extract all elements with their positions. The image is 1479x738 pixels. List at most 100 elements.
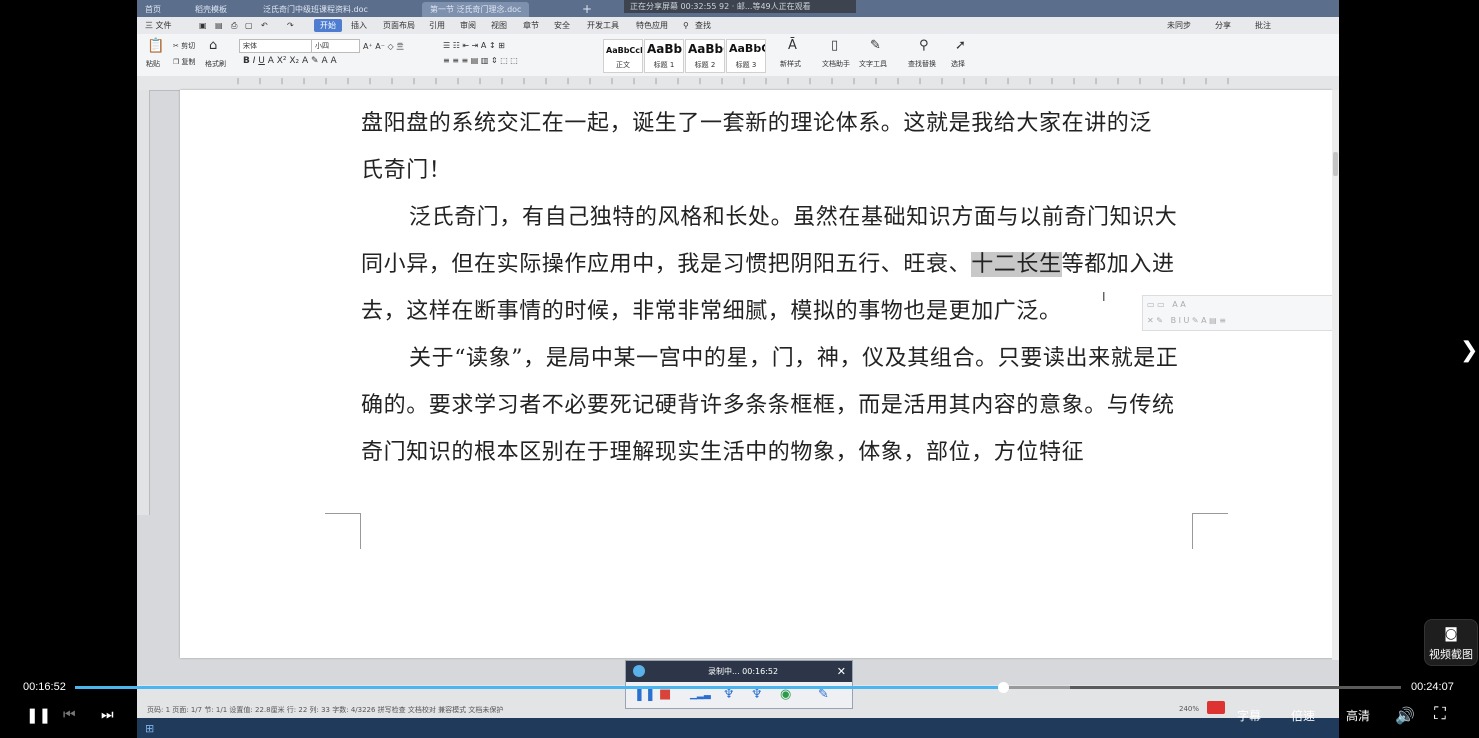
menu-search[interactable]: 查找 (695, 19, 711, 32)
new-tab-icon[interactable]: + (582, 2, 592, 17)
recorder-pen-icon[interactable]: ✎ (818, 688, 829, 702)
doc-tab-lesson-one[interactable]: 第一节 泛氏奇门理念.doc (422, 2, 530, 17)
ruler-tick: | (1007, 78, 1010, 85)
style-normal[interactable]: AaBbCcDd 正文 (603, 39, 643, 73)
screen-recorder-widget[interactable]: 录制中... 00:16:52 ✕ ❚❚ ■ ▁▂▃ ♆ ♆ ◉ ✎ (625, 660, 853, 709)
document-page[interactable]: 盘阳盘的系统交汇在一起，诞生了一套新的理论体系。这就是我给大家在讲的泛 氏奇门！… (180, 90, 1339, 658)
next-icon[interactable]: ⏭ (101, 706, 114, 723)
recorder-camera-icon[interactable]: ◉ (780, 688, 791, 702)
windows-start-icon[interactable]: ⊞ (145, 722, 154, 735)
undo-icon[interactable]: ↶ (261, 19, 268, 32)
preview-icon[interactable]: ▢ (245, 19, 253, 32)
ruler-tick: | (391, 78, 394, 85)
sync-status[interactable]: 未同步 (1167, 19, 1191, 32)
menu-references[interactable]: 引用 (429, 19, 445, 32)
menu-security[interactable]: 安全 (554, 19, 570, 32)
style-heading-2[interactable]: AaBbC 标题 2 (685, 39, 725, 73)
menu-page-layout[interactable]: 页面布局 (383, 19, 415, 32)
menu-sections[interactable]: 章节 (523, 19, 539, 32)
recorder-audio-icon[interactable]: ▁▂▃ (690, 688, 711, 702)
doc-assistant-icon[interactable]: ▯ (831, 38, 838, 53)
save-icon[interactable]: ▣ (199, 19, 207, 32)
ruler-tick: | (1029, 78, 1032, 85)
paragraph-1[interactable]: 盘阳盘的系统交汇在一起，诞生了一套新的理论体系。这就是我给大家在讲的泛 氏奇门！ (361, 100, 1196, 194)
ruler-tick: | (479, 78, 482, 85)
video-frame[interactable]: 首页 稻壳模板 泛氏奇门中级班课程资料.doc 第一节 泛氏奇门理念.doc +… (137, 0, 1339, 738)
text-tools-icon[interactable]: ✎ (870, 38, 881, 53)
pause-icon[interactable]: ❚❚ (26, 706, 51, 724)
font-size-select[interactable]: 小四 (311, 39, 360, 53)
recorder-mic2-icon[interactable]: ♆ (751, 688, 763, 702)
new-style-icon[interactable]: Ā (788, 38, 797, 53)
subtitle-button[interactable]: 字幕 (1237, 707, 1261, 724)
doc-tab-course-materials[interactable]: 泛氏奇门中级班课程资料.doc (263, 2, 368, 17)
cut-button[interactable]: ✂ 剪切 (173, 41, 195, 51)
document-scrollbar[interactable] (1332, 90, 1339, 660)
print-icon[interactable]: ⎙ (231, 19, 237, 32)
menu-file[interactable]: 三 文件 (145, 19, 172, 32)
menu-insert[interactable]: 插入 (351, 19, 367, 32)
snapshot-label: 视频截图 (1429, 649, 1473, 661)
floating-format-toolbar[interactable]: ▭ ▭ A A ✕ ✎ B I U ✎ A ▤ ≡ (1142, 295, 1339, 331)
copy-button[interactable]: ❐ 复制 (173, 57, 196, 67)
style-heading-1[interactable]: AaBb 标题 1 (644, 39, 684, 73)
paste-icon[interactable]: 📋 (147, 38, 164, 54)
video-snapshot-button[interactable]: ◙ 视频截图 (1424, 619, 1478, 666)
progress-bar[interactable] (75, 682, 1401, 693)
menu-home[interactable]: 开始 (314, 19, 342, 32)
font-name-select[interactable]: 宋体 (239, 39, 312, 53)
recorder-pause-icon[interactable]: ❚❚ (634, 688, 656, 702)
comment-button[interactable]: 批注 (1255, 19, 1271, 32)
horizontal-ruler[interactable]: | | | | | | | | | | | | | | | | | | | | | | | | | | | | | | | | | | | | | | | |… (137, 76, 1339, 91)
share-button[interactable]: 分享 (1215, 19, 1231, 32)
align-icons[interactable]: ≡ ≡ ≡ ▤ ▥ ⇕ ⬚ ⬚ (443, 56, 518, 65)
fullscreen-icon[interactable]: ⛶ (1434, 704, 1446, 724)
ruler-tick: | (1095, 78, 1098, 85)
next-video-arrow-icon[interactable]: ❯ (1460, 338, 1478, 363)
previous-icon[interactable]: ⏮ (63, 706, 76, 723)
recorder-mic-icon[interactable]: ♆ (723, 688, 735, 702)
ruler-tick: | (919, 78, 922, 85)
text-tools-button[interactable]: 文字工具 (859, 59, 887, 69)
menu-features[interactable]: 特色应用 (636, 19, 668, 32)
mini-format-icons[interactable]: ▭ ▭ A A (1147, 300, 1186, 309)
find-icon[interactable]: ⚲ (919, 38, 929, 53)
grow-font-icon[interactable]: A⁺ A⁻ ◇ 亖 (363, 41, 404, 52)
recorder-stop-icon[interactable]: ■ (659, 688, 671, 702)
selected-text-highlight[interactable]: 十二长生 (971, 252, 1062, 277)
scrollbar-thumb[interactable] (1333, 152, 1338, 176)
paragraph-3[interactable]: 关于“读象”，是局中某一宫中的星，门，神，仪及其组合。只要读出来就是正确的。要求… (361, 335, 1196, 476)
doc-tab-templates[interactable]: 稻壳模板 (195, 2, 227, 17)
mini-format-icons-row2[interactable]: ✕ ✎ B I U ✎ A ▤ ≡ (1147, 316, 1226, 325)
search-icon[interactable]: ⚲ (683, 19, 689, 32)
select-button[interactable]: 选择 (951, 59, 965, 69)
format-painter-icon[interactable]: ⌂ (209, 38, 217, 53)
speed-button[interactable]: 倍速 (1291, 707, 1315, 724)
volume-icon[interactable]: 🔊 (1395, 706, 1415, 726)
select-cursor-icon[interactable]: ➚ (955, 38, 966, 53)
find-replace-button[interactable]: 查找替换 (908, 59, 936, 69)
list-icons[interactable]: ☰ ☷ ⇤ ⇥ A ↕ ⊞ (443, 41, 505, 50)
recorder-close-icon[interactable]: ✕ (837, 661, 846, 682)
doc-assistant-button[interactable]: 文档助手 (822, 59, 850, 69)
redo-icon[interactable]: ↷ (287, 19, 294, 32)
font-format-icons[interactable]: B I U A X² X₂ A ✎ A A (243, 56, 337, 66)
doc-tab-home[interactable]: 首页 (145, 2, 161, 17)
ruler-tick: | (281, 78, 284, 85)
ruler-tick: | (347, 78, 350, 85)
zoom-level[interactable]: 240% (1179, 705, 1199, 713)
ruler-tick: | (875, 78, 878, 85)
menu-view[interactable]: 视图 (491, 19, 507, 32)
ruler-tick: | (721, 78, 724, 85)
vertical-ruler[interactable] (137, 90, 150, 515)
format-painter-button[interactable]: 格式刷 (205, 59, 226, 69)
paste-button[interactable]: 粘贴 (146, 59, 160, 69)
quality-button[interactable]: 高清 (1346, 707, 1370, 724)
menu-developer[interactable]: 开发工具 (587, 19, 619, 32)
paragraph-2[interactable]: 泛氏奇门，有自己独特的风格和长处。虽然在基础知识方面与以前奇门知识大同小异，但在… (361, 194, 1196, 335)
style-heading-3[interactable]: AaBbC 标题 3 (726, 39, 766, 73)
export-icon[interactable]: ▤ (215, 19, 223, 32)
ruler-tick: | (1051, 78, 1054, 85)
new-style-button[interactable]: 新样式 (780, 59, 801, 69)
menu-review[interactable]: 审阅 (460, 19, 476, 32)
